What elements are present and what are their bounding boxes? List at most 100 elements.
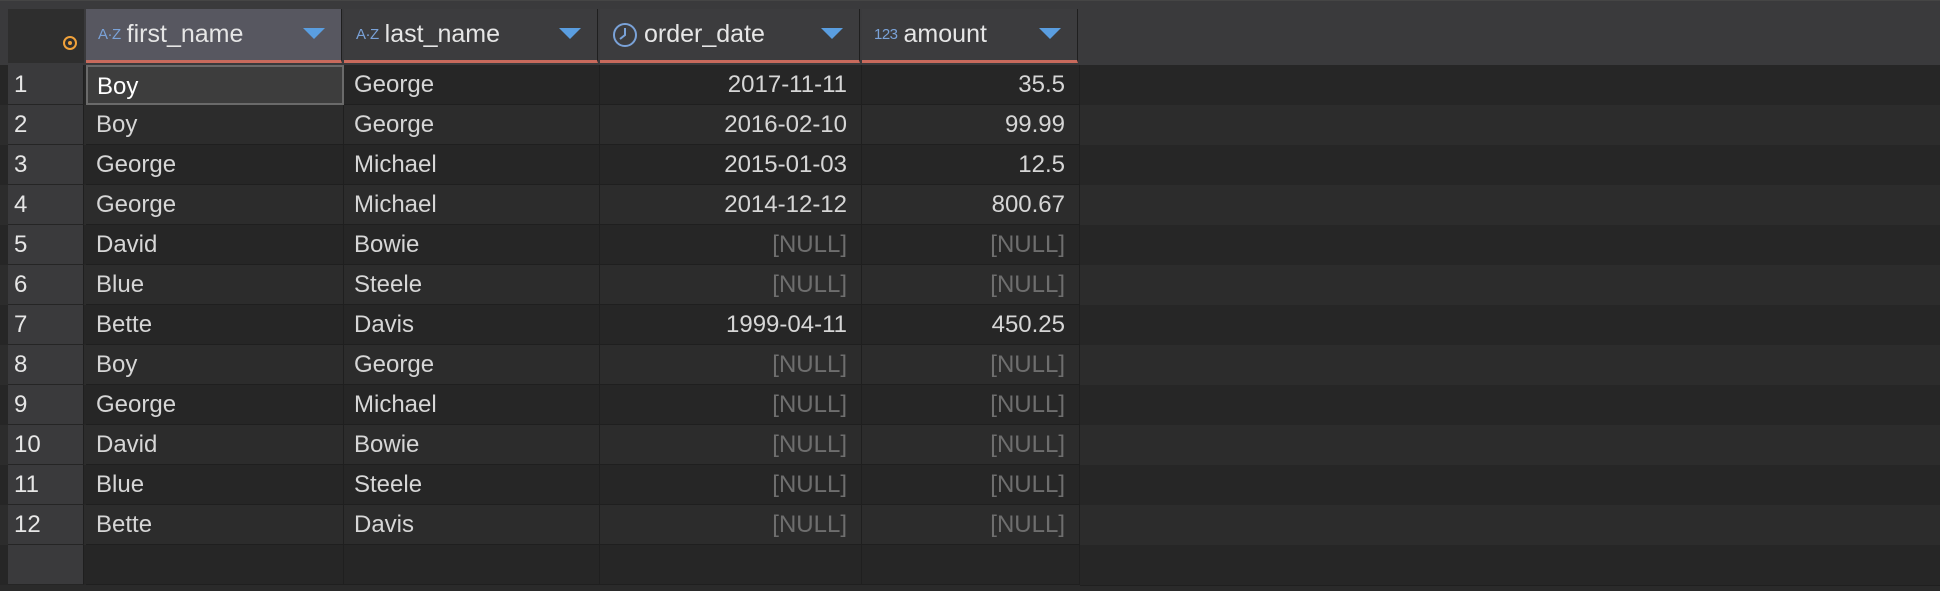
grid-empty-area [1080, 65, 1940, 106]
row-number[interactable]: 2 [8, 105, 84, 145]
cell-last-name[interactable]: Michael [344, 385, 600, 425]
table-row[interactable]: 8 Boy George [NULL] [NULL] [0, 345, 1940, 386]
cell-first-name[interactable]: George [86, 385, 344, 425]
cell-amount[interactable]: [NULL] [862, 385, 1080, 425]
column-header-last-name[interactable]: A·Z last_name [344, 9, 598, 63]
cell-last-name[interactable]: George [344, 105, 600, 145]
row-number[interactable]: 6 [8, 265, 84, 305]
grid-empty-area [1080, 185, 1940, 226]
cell-amount[interactable]: [NULL] [862, 425, 1080, 465]
grid-empty-area [1080, 345, 1940, 386]
sort-dropdown-icon[interactable] [559, 28, 581, 39]
cell-order-date[interactable]: [NULL] [600, 345, 862, 385]
cell-last-name[interactable]: George [344, 65, 600, 105]
table-row[interactable]: 12 Bette Davis [NULL] [NULL] [0, 505, 1940, 546]
cell-order-date[interactable]: 2017-11-11 [600, 65, 862, 105]
cell-last-name[interactable]: Bowie [344, 425, 600, 465]
table-row[interactable]: 9 George Michael [NULL] [NULL] [0, 385, 1940, 426]
table-row[interactable]: 11 Blue Steele [NULL] [NULL] [0, 465, 1940, 506]
row-number[interactable]: 10 [8, 425, 84, 465]
cell-last-name[interactable]: Steele [344, 265, 600, 305]
grid-empty-area [1080, 225, 1940, 266]
table-row[interactable]: 2 Boy George 2016-02-10 99.99 [0, 105, 1940, 146]
cell-last-name[interactable]: Michael [344, 185, 600, 225]
cell-first-name[interactable]: David [86, 225, 344, 265]
grid-header: A·Z first_name A·Z last_name order_date … [0, 1, 1940, 66]
row-number[interactable] [8, 545, 84, 585]
text-type-icon: A·Z [356, 26, 379, 43]
cell-amount[interactable]: [NULL] [862, 465, 1080, 505]
cell-amount[interactable]: [NULL] [862, 345, 1080, 385]
cell-last-name[interactable]: Davis [344, 305, 600, 345]
sort-dropdown-icon[interactable] [303, 28, 325, 39]
grid-empty-area [1080, 465, 1940, 506]
row-number[interactable]: 7 [8, 305, 84, 345]
cell-amount[interactable]: 99.99 [862, 105, 1080, 145]
cell-last-name[interactable]: Steele [344, 465, 600, 505]
table-row[interactable]: 3 George Michael 2015-01-03 12.5 [0, 145, 1940, 186]
row-number[interactable]: 1 [8, 65, 84, 105]
table-row[interactable]: 4 George Michael 2014-12-12 800.67 [0, 185, 1940, 226]
column-header-first-name[interactable]: A·Z first_name [86, 9, 342, 63]
grid-empty-area [1080, 425, 1940, 466]
results-grid: A·Z first_name A·Z last_name order_date … [0, 0, 1940, 591]
empty-cell [862, 545, 1080, 585]
cell-amount[interactable]: 12.5 [862, 145, 1080, 185]
cell-first-name[interactable]: Bette [86, 305, 344, 345]
cell-order-date[interactable]: [NULL] [600, 385, 862, 425]
cell-first-name[interactable]: George [86, 185, 344, 225]
cell-order-date[interactable]: 2014-12-12 [600, 185, 862, 225]
cell-amount[interactable]: 35.5 [862, 65, 1080, 105]
cell-first-name[interactable]: Blue [86, 465, 344, 505]
cell-last-name[interactable]: Bowie [344, 225, 600, 265]
table-row[interactable]: 5 David Bowie [NULL] [NULL] [0, 225, 1940, 266]
cell-first-name[interactable]: Boy [86, 105, 344, 145]
cell-order-date[interactable]: 1999-04-11 [600, 305, 862, 345]
cell-amount[interactable]: [NULL] [862, 505, 1080, 545]
cell-first-name[interactable]: George [86, 145, 344, 185]
cell-order-date[interactable]: [NULL] [600, 265, 862, 305]
cell-amount[interactable]: 800.67 [862, 185, 1080, 225]
text-type-icon: A·Z [98, 26, 121, 43]
cell-order-date[interactable]: [NULL] [600, 505, 862, 545]
column-title: order_date [644, 20, 765, 48]
row-number[interactable]: 12 [8, 505, 84, 545]
cell-first-name[interactable]: David [86, 425, 344, 465]
numeric-type-icon: 123 [874, 26, 898, 43]
table-row[interactable]: 10 David Bowie [NULL] [NULL] [0, 425, 1940, 466]
cell-order-date[interactable]: [NULL] [600, 425, 862, 465]
empty-cell [600, 545, 862, 585]
cell-last-name[interactable]: Michael [344, 145, 600, 185]
row-number[interactable]: 8 [8, 345, 84, 385]
cell-amount[interactable]: [NULL] [862, 225, 1080, 265]
table-row[interactable]: 6 Blue Steele [NULL] [NULL] [0, 265, 1940, 306]
cell-first-name[interactable]: Boy [86, 345, 344, 385]
row-number[interactable]: 11 [8, 465, 84, 505]
cell-last-name[interactable]: George [344, 345, 600, 385]
column-header-amount[interactable]: 123 amount [862, 9, 1078, 63]
cell-order-date[interactable]: [NULL] [600, 465, 862, 505]
cell-order-date[interactable]: 2015-01-03 [600, 145, 862, 185]
cell-first-name[interactable]: Blue [86, 265, 344, 305]
sort-dropdown-icon[interactable] [1039, 28, 1061, 39]
grid-empty-area [1080, 505, 1940, 546]
row-number[interactable]: 3 [8, 145, 84, 185]
grid-empty-area [1080, 545, 1940, 586]
cell-amount[interactable]: 450.25 [862, 305, 1080, 345]
row-number[interactable]: 5 [8, 225, 84, 265]
column-header-order-date[interactable]: order_date [600, 9, 860, 63]
table-row[interactable]: 1 Boy George 2017-11-11 35.5 [0, 65, 1940, 106]
sort-dropdown-icon[interactable] [821, 28, 843, 39]
table-row[interactable]: 7 Bette Davis 1999-04-11 450.25 [0, 305, 1940, 346]
row-number[interactable]: 4 [8, 185, 84, 225]
empty-row[interactable] [0, 545, 1940, 586]
cell-amount[interactable]: [NULL] [862, 265, 1080, 305]
select-all-corner[interactable] [8, 9, 84, 63]
row-indicator-icon [63, 36, 77, 50]
cell-last-name[interactable]: Davis [344, 505, 600, 545]
cell-first-name[interactable]: Boy [86, 65, 344, 105]
cell-order-date[interactable]: [NULL] [600, 225, 862, 265]
row-number[interactable]: 9 [8, 385, 84, 425]
cell-order-date[interactable]: 2016-02-10 [600, 105, 862, 145]
cell-first-name[interactable]: Bette [86, 505, 344, 545]
